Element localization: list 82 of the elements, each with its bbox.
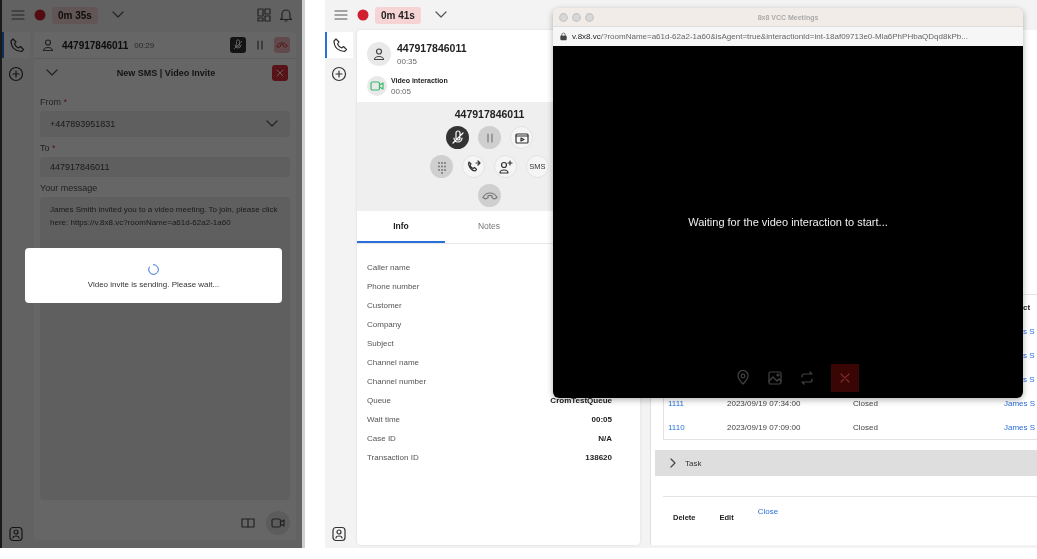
info-label: Channel name <box>367 358 420 367</box>
close-button[interactable] <box>272 65 288 81</box>
agent-link[interactable]: James S <box>1004 398 1037 408</box>
info-label: Queue <box>367 396 392 405</box>
interaction-duration: 00:05 <box>391 86 413 96</box>
field-label: Your message <box>40 183 99 193</box>
image-icon[interactable] <box>767 370 783 386</box>
contact-icon[interactable] <box>331 526 347 542</box>
record-icon <box>34 9 46 21</box>
transfer-icon <box>465 158 482 175</box>
record-link[interactable]: 1110 <box>668 422 727 432</box>
column-header: ct <box>1022 302 1032 312</box>
info-value: N/A <box>598 434 612 443</box>
info-label: Wait time <box>367 415 401 424</box>
info-label: Phone number <box>367 282 420 291</box>
table-cell-text: 2023/09/19 07:09:00 <box>727 422 802 432</box>
hang-up-icon <box>481 191 498 200</box>
info-label: Caller name <box>367 263 411 272</box>
info-label: Case ID <box>367 434 396 443</box>
close-icon <box>274 67 286 79</box>
contact-duration: 00:35 <box>397 57 419 66</box>
keypad-button[interactable] <box>430 155 453 178</box>
caller-number: 447917846011 <box>62 39 129 51</box>
video-icon <box>270 515 286 531</box>
close-link[interactable]: Close <box>757 507 779 517</box>
waiting-message: Waiting for the video interaction to start... <box>688 216 888 228</box>
task-label: Task <box>685 458 702 468</box>
spinner-icon <box>147 262 160 276</box>
info-value: 138620 <box>585 453 612 462</box>
bell-icon[interactable] <box>278 7 294 23</box>
timer: 0m 41s <box>375 6 421 24</box>
info-label: Company <box>367 320 402 329</box>
add-icon[interactable] <box>331 66 347 82</box>
hang-up-button[interactable] <box>478 184 501 207</box>
timer-pill[interactable]: 0m 35s <box>32 6 104 24</box>
info-value: 00:05 <box>591 415 612 424</box>
pause-button[interactable] <box>478 126 501 149</box>
lock-icon <box>559 32 568 41</box>
add-participant-button[interactable] <box>494 155 517 178</box>
menu-icon[interactable] <box>10 7 26 23</box>
info-value: CromTestQueue <box>550 396 612 405</box>
mute-button[interactable] <box>446 126 469 149</box>
video-invite-button[interactable] <box>266 511 290 535</box>
record-icon <box>357 9 369 21</box>
timer: 0m 35s <box>52 6 98 24</box>
table-cell-text: Closed <box>853 422 879 432</box>
mute-icon <box>232 39 244 51</box>
transfer-button[interactable] <box>462 155 485 178</box>
table-cell-text: 2023/09/19 07:34:00 <box>727 398 802 408</box>
screen-share-button[interactable] <box>510 126 533 149</box>
grid-icon[interactable] <box>256 7 272 23</box>
field-label: From * <box>40 97 69 107</box>
task-section[interactable]: Task <box>655 450 1037 477</box>
url-text: v.8x8.vc/?roomName=a61d-62a2-1a60&isAgent=true&interactionId=int-18af09713e0-Mla6PhPHbaQDqd8kPb... <box>572 32 968 41</box>
dialog-message: Video invite is sending. Please wait... <box>87 279 220 289</box>
location-pin-icon[interactable] <box>735 370 751 386</box>
info-label: Transaction ID <box>367 453 419 462</box>
agent-link[interactable]: James S <box>1004 422 1037 432</box>
hang-up-icon <box>276 39 288 51</box>
phone-tab[interactable] <box>325 32 353 58</box>
contact-number: 447917846011 <box>397 42 467 54</box>
info-label: Subject <box>367 339 394 348</box>
hang-up-button[interactable] <box>274 37 290 53</box>
tab[interactable]: Info <box>357 211 445 243</box>
menu-icon[interactable] <box>333 7 349 23</box>
info-label: Customer <box>367 301 402 310</box>
phone-icon <box>332 37 348 53</box>
controls-number: 447917846011 <box>454 108 525 120</box>
info-label: Channel number <box>367 377 427 386</box>
add-participant-icon <box>497 158 514 175</box>
timer-pill[interactable]: 0m 41s <box>355 6 427 24</box>
form-title: New SMS | Video Invite <box>115 68 217 78</box>
to-field[interactable]: 447917846011 <box>40 157 290 177</box>
phone-icon <box>9 37 25 53</box>
tab[interactable]: Notes <box>445 211 533 243</box>
avatar-icon <box>40 37 56 53</box>
switch-icon[interactable] <box>799 370 815 386</box>
layout-icon[interactable] <box>240 515 256 531</box>
table-cell-text: Closed <box>853 398 879 408</box>
record-link[interactable]: 1111 <box>668 398 727 408</box>
field-label: To * <box>40 143 57 153</box>
from-select[interactable]: +447893951831 <box>40 111 290 137</box>
